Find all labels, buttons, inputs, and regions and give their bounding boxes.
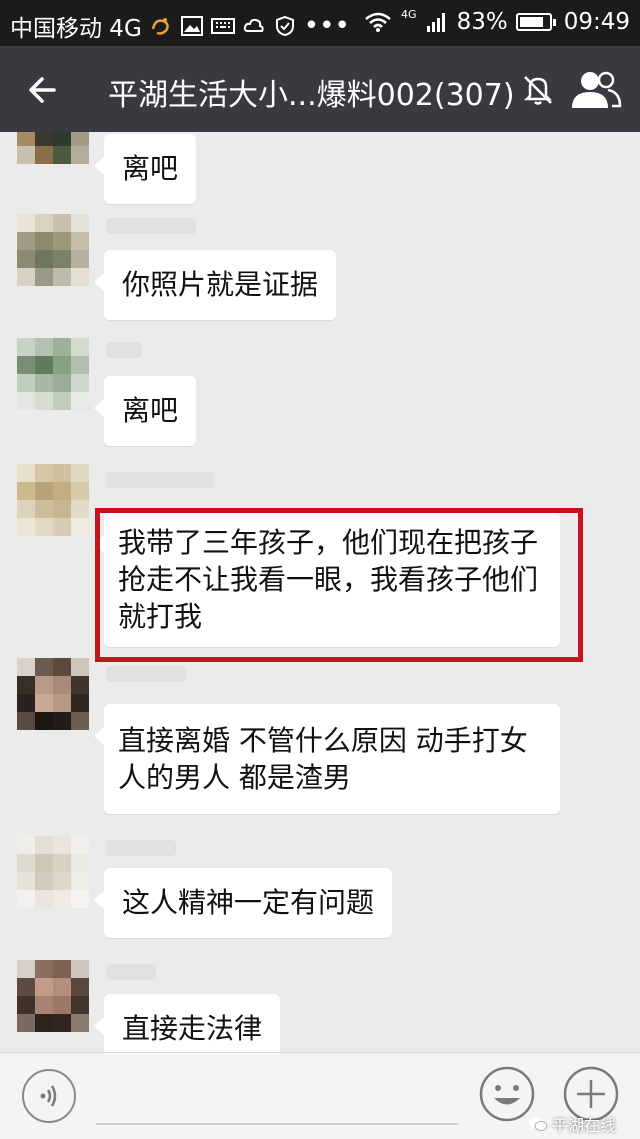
status-left: 中国移动 4G ••• (10, 9, 350, 43)
message-text-line: 人的男人 都是渣男 (118, 761, 351, 794)
back-arrow-icon[interactable] (24, 70, 64, 110)
avatar[interactable] (17, 132, 89, 164)
sender-name-blurred (106, 840, 176, 856)
message-bubble[interactable]: 直接离婚 不管什么原因 动手打女 人的男人 都是渣男 (94, 704, 560, 814)
message-bubble[interactable]: 离吧 (93, 376, 197, 446)
watermark: 平湖在线 (528, 1112, 616, 1136)
watermark-text: 平湖在线 (552, 1116, 617, 1135)
group-members-icon[interactable] (568, 68, 622, 112)
message-text: 直接走法律 (122, 1012, 263, 1045)
group-title[interactable]: 平湖生活大小...爆料002(307) (108, 70, 515, 114)
wechat-logo-icon (529, 1117, 548, 1131)
status-bar: 中国移动 4G ••• 4G 83% 09:49 (0, 0, 640, 46)
sender-name-blurred (106, 472, 214, 488)
voice-input-button[interactable] (22, 1069, 76, 1123)
message-bubble[interactable]: 直接走法律 (93, 994, 281, 1052)
message-bubble[interactable]: 这人精神一定有问题 (93, 868, 393, 938)
more-notifications-icon: ••• (303, 11, 350, 41)
battery-percent: 83% (456, 9, 508, 35)
message-text: 离吧 (122, 394, 179, 427)
clock: 09:49 (563, 9, 630, 35)
sender-name-blurred (106, 666, 186, 682)
sender-name-blurred (106, 964, 156, 980)
message-input[interactable] (96, 1123, 458, 1125)
message-bubble[interactable]: 离吧 (93, 134, 197, 204)
wifi-icon (365, 12, 391, 32)
keyboard-icon (210, 18, 235, 34)
red-highlight-frame (95, 508, 583, 662)
avatar[interactable] (17, 658, 89, 730)
carrier-label: 中国移动 4G (10, 16, 142, 42)
cloud-sync-icon (243, 18, 264, 32)
uc-browser-icon (151, 18, 169, 35)
signal-icon (426, 13, 445, 32)
avatar[interactable] (17, 836, 89, 908)
avatar[interactable] (17, 960, 89, 1032)
battery-icon (515, 13, 556, 31)
battery-fill (519, 17, 543, 27)
shield-icon (275, 15, 294, 37)
mute-notifications-icon (523, 76, 553, 105)
message-text: 你照片就是证据 (122, 268, 319, 301)
sender-name-blurred (106, 342, 142, 358)
status-right: 4G 83% 09:49 (363, 7, 630, 35)
chat-messages[interactable]: 离吧 你照片就是证据 离吧 我带了三年孩子，他们现在把孩子 抢走不让我看一眼，我… (0, 132, 640, 1052)
avatar[interactable] (17, 464, 89, 536)
voice-icon (40, 1085, 57, 1107)
message-text: 离吧 (122, 152, 179, 185)
sender-name-blurred (106, 218, 196, 234)
chat-header: 平湖生活大小...爆料002(307) (0, 46, 640, 132)
message-bubble[interactable]: 你照片就是证据 (93, 250, 337, 320)
network-type-label: 4G (401, 7, 417, 21)
message-text-line: 直接离婚 不管什么原因 动手打女 (118, 724, 528, 757)
avatar[interactable] (17, 338, 89, 410)
image-icon (180, 16, 203, 36)
message-text: 这人精神一定有问题 (122, 886, 375, 919)
avatar[interactable] (17, 214, 89, 286)
